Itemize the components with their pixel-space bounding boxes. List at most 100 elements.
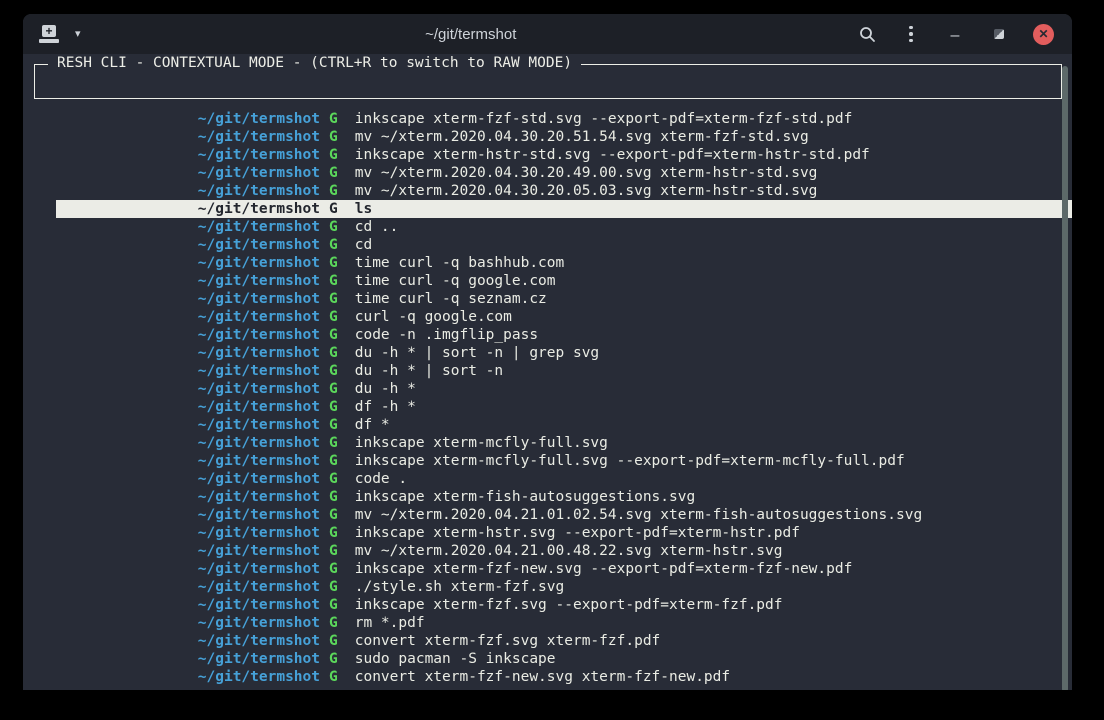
history-row[interactable]: ~/git/termshotGtime curl -q google.com (56, 272, 1072, 290)
history-row[interactable]: ~/git/termshotGmv ~/xterm.2020.04.30.20.… (56, 164, 1072, 182)
git-flag: G (329, 470, 338, 488)
history-command: convert xterm-fzf-new.svg xterm-fzf-new.… (355, 668, 730, 686)
history-row[interactable]: ~/git/termshotGinkscape xterm-hstr.svg -… (56, 524, 1072, 542)
restore-button[interactable] (989, 24, 1009, 44)
history-list: ~/git/termshotGinkscape xterm-fzf-std.sv… (56, 110, 1072, 686)
history-cwd: ~/git/termshot (56, 290, 320, 308)
history-command: code -n .imgflip_pass (355, 326, 538, 344)
history-command: inkscape xterm-fish-autosuggestions.svg (355, 488, 695, 506)
history-command: sudo pacman -S inkscape (355, 650, 556, 668)
history-row[interactable]: ~/git/termshotGdu -h * | sort -n (56, 362, 1072, 380)
history-row[interactable]: ~/git/termshotGtime curl -q bashhub.com (56, 254, 1072, 272)
git-flag: G (329, 200, 338, 218)
history-command: du -h * | sort -n (355, 362, 503, 380)
git-flag: G (329, 254, 338, 272)
history-row[interactable]: ~/git/termshotGdu -h * | sort -n | grep … (56, 344, 1072, 362)
history-command: mv ~/xterm.2020.04.30.20.05.03.svg xterm… (355, 182, 818, 200)
history-row[interactable]: ~/git/termshotGcurl -q google.com (56, 308, 1072, 326)
history-row[interactable]: ~/git/termshotGinkscape xterm-fzf-std.sv… (56, 110, 1072, 128)
new-tab-button[interactable]: + (39, 25, 61, 43)
history-row[interactable]: ~/git/termshotGtime curl -q seznam.cz (56, 290, 1072, 308)
history-row[interactable]: ~/git/termshotGmv ~/xterm.2020.04.21.00.… (56, 542, 1072, 560)
history-command: inkscape xterm-fzf-new.svg --export-pdf=… (355, 560, 853, 578)
history-cwd: ~/git/termshot (56, 416, 320, 434)
history-cwd: ~/git/termshot (56, 632, 320, 650)
search-button[interactable] (857, 24, 877, 44)
history-row[interactable]: ~/git/termshotGcd .. (56, 218, 1072, 236)
history-row[interactable]: ~/git/termshotGcode . (56, 470, 1072, 488)
scrollbar[interactable] (1061, 64, 1072, 690)
history-row[interactable]: ~/git/termshotGmv ~/xterm.2020.04.30.20.… (56, 128, 1072, 146)
history-row[interactable]: ~/git/termshotGsudo pacman -S inkscape (56, 650, 1072, 668)
scrollbar-thumb[interactable] (1062, 66, 1068, 690)
kebab-icon (909, 26, 913, 30)
history-row[interactable]: ~/git/termshotG./style.sh xterm-fzf.svg (56, 578, 1072, 596)
history-row[interactable]: ~/git/termshotGconvert xterm-fzf.svg xte… (56, 632, 1072, 650)
terminal-window: + ▾ ~/git/termshot – (23, 14, 1072, 690)
window-title: ~/git/termshot (85, 26, 857, 43)
minimize-icon: – (951, 28, 960, 44)
history-command: mv ~/xterm.2020.04.21.01.02.54.svg xterm… (355, 506, 922, 524)
history-cwd: ~/git/termshot (56, 362, 320, 380)
git-flag: G (329, 416, 338, 434)
git-flag: G (329, 452, 338, 470)
history-cwd: ~/git/termshot (56, 164, 320, 182)
new-tab-icon-base (39, 39, 59, 43)
terminal-content[interactable]: RESH CLI - CONTEXTUAL MODE - (CTRL+R to … (23, 64, 1072, 690)
history-row[interactable]: ~/git/termshotGrm *.pdf (56, 614, 1072, 632)
git-flag: G (329, 146, 338, 164)
minimize-button[interactable]: – (945, 24, 965, 44)
history-row[interactable]: ~/git/termshotGinkscape xterm-fish-autos… (56, 488, 1072, 506)
history-row[interactable]: ~/git/termshotGinkscape xterm-mcfly-full… (56, 452, 1072, 470)
git-flag: G (329, 668, 338, 686)
git-flag: G (329, 650, 338, 668)
git-flag: G (329, 182, 338, 200)
history-cwd: ~/git/termshot (56, 380, 320, 398)
history-row[interactable]: ~/git/termshotGinkscape xterm-hstr-std.s… (56, 146, 1072, 164)
history-row[interactable]: ~/git/termshotGdf -h * (56, 398, 1072, 416)
git-flag: G (329, 542, 338, 560)
history-cwd: ~/git/termshot (56, 614, 320, 632)
git-flag: G (329, 236, 338, 254)
resh-header-box: RESH CLI - CONTEXTUAL MODE - (CTRL+R to … (34, 64, 1062, 99)
history-row[interactable]: ~/git/termshotGconvert xterm-fzf-new.svg… (56, 668, 1072, 686)
history-command: ./style.sh xterm-fzf.svg (355, 578, 565, 596)
history-cwd: ~/git/termshot (56, 524, 320, 542)
git-flag: G (329, 218, 338, 236)
menu-button[interactable] (901, 24, 921, 44)
history-command: ls (355, 200, 372, 218)
history-command: df -h * (355, 398, 416, 416)
history-command: inkscape xterm-mcfly-full.svg (355, 434, 608, 452)
git-flag: G (329, 632, 338, 650)
history-row[interactable]: ~/git/termshotGls (56, 200, 1072, 218)
history-command: cd .. (355, 218, 399, 236)
history-command: mv ~/xterm.2020.04.21.00.48.22.svg xterm… (355, 542, 783, 560)
history-cwd: ~/git/termshot (56, 308, 320, 326)
history-row[interactable]: ~/git/termshot Gdf * (56, 416, 1072, 434)
history-row[interactable]: ~/git/termshotGmv ~/xterm.2020.04.21.01.… (56, 506, 1072, 524)
git-flag: G (329, 326, 338, 344)
history-row[interactable]: ~/git/termshotGdu -h * (56, 380, 1072, 398)
history-row[interactable]: ~/git/termshotGmv ~/xterm.2020.04.30.20.… (56, 182, 1072, 200)
history-command: time curl -q google.com (355, 272, 556, 290)
history-command: mv ~/xterm.2020.04.30.20.49.00.svg xterm… (355, 164, 818, 182)
history-row[interactable]: ~/git/termshotGcd (56, 236, 1072, 254)
history-command: inkscape xterm-hstr.svg --export-pdf=xte… (355, 524, 800, 542)
history-cwd: ~/git/termshot (56, 452, 320, 470)
titlebar[interactable]: + ▾ ~/git/termshot – (23, 14, 1072, 54)
resh-search-input[interactable] (39, 69, 1057, 96)
git-flag: G (329, 380, 338, 398)
history-command: df * (355, 416, 390, 434)
git-flag: G (329, 398, 338, 416)
history-row[interactable]: ~/git/termshotGinkscape xterm-fzf-new.sv… (56, 560, 1072, 578)
history-cwd: ~/git/termshot (56, 254, 320, 272)
chevron-down-icon[interactable]: ▾ (71, 25, 85, 44)
history-row[interactable]: ~/git/termshotGinkscape xterm-mcfly-full… (56, 434, 1072, 452)
git-flag: G (329, 128, 338, 146)
history-command: time curl -q seznam.cz (355, 290, 547, 308)
history-row[interactable]: ~/git/termshotGinkscape xterm-fzf.svg --… (56, 596, 1072, 614)
git-flag: G (329, 506, 338, 524)
history-row[interactable]: ~/git/termshotGcode -n .imgflip_pass (56, 326, 1072, 344)
git-flag: G (329, 578, 338, 596)
close-button[interactable]: ✕ (1033, 24, 1054, 45)
